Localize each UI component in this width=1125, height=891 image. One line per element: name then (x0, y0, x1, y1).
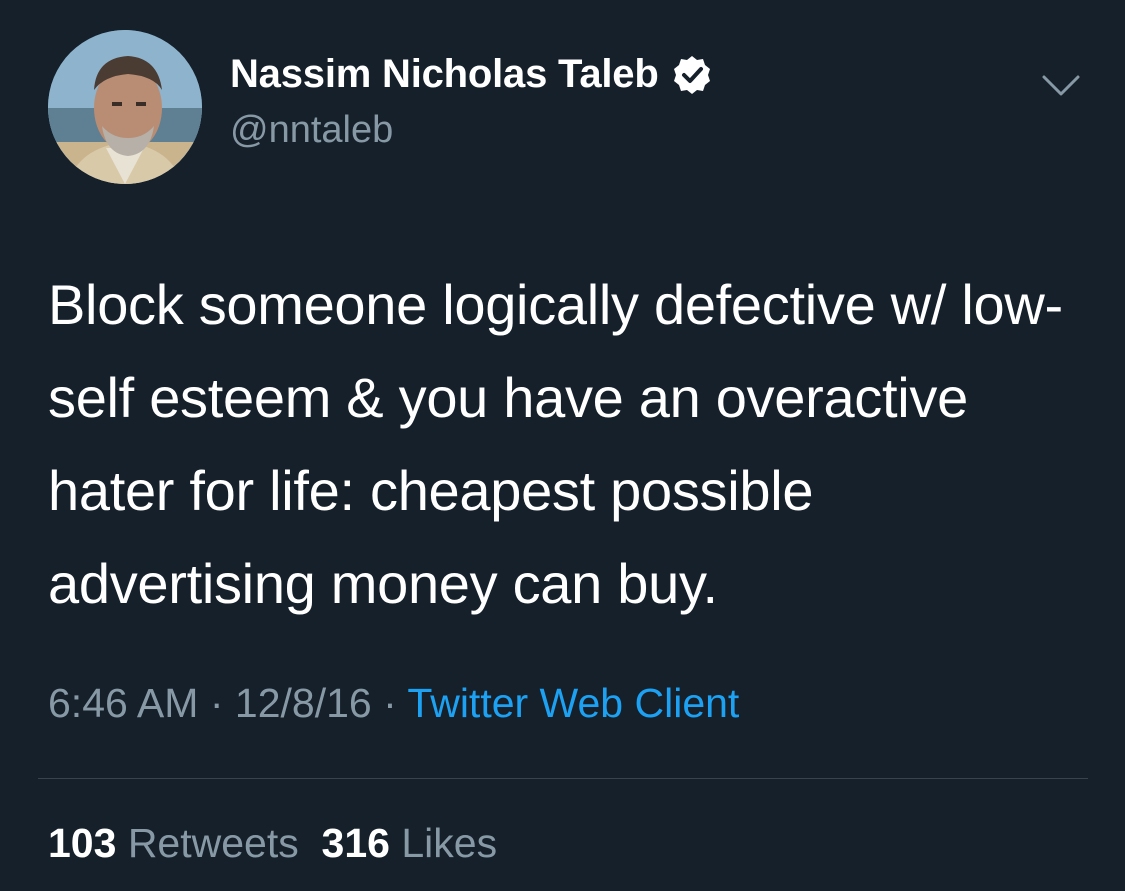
verified-badge-icon (671, 54, 713, 96)
author-block: Nassim Nicholas Taleb @nntaleb (230, 49, 713, 152)
tweet-source-link[interactable]: Twitter Web Client (407, 680, 739, 726)
meta-separator: · (209, 680, 224, 726)
retweets-count: 103 (48, 820, 117, 866)
tweet-text: Block someone logically defective w/ low… (48, 273, 1063, 615)
author-display-name[interactable]: Nassim Nicholas Taleb (230, 52, 659, 97)
tweet-date: 12/8/16 (234, 680, 372, 726)
chevron-down-icon[interactable] (1041, 72, 1081, 100)
meta-separator: · (383, 680, 397, 726)
divider (38, 778, 1088, 779)
author-handle[interactable]: @nntaleb (230, 109, 713, 152)
retweets-stat[interactable]: 103 Retweets (48, 820, 299, 866)
tweet-time: 6:46 AM (48, 680, 199, 726)
likes-label: Likes (401, 820, 498, 866)
tweet-header: Nassim Nicholas Taleb @nntaleb (48, 30, 713, 184)
tweet-stats: 103 Retweets 316 Likes (48, 820, 497, 867)
retweets-label: Retweets (127, 820, 299, 866)
tweet-meta: 6:46 AM · 12/8/16 · Twitter Web Client (48, 680, 739, 727)
likes-stat[interactable]: 316 Likes (322, 820, 498, 866)
avatar[interactable] (48, 30, 202, 184)
tweet-card: Nassim Nicholas Taleb @nntaleb Block som… (0, 0, 1125, 891)
name-row: Nassim Nicholas Taleb (230, 49, 713, 101)
likes-count: 316 (321, 820, 390, 866)
